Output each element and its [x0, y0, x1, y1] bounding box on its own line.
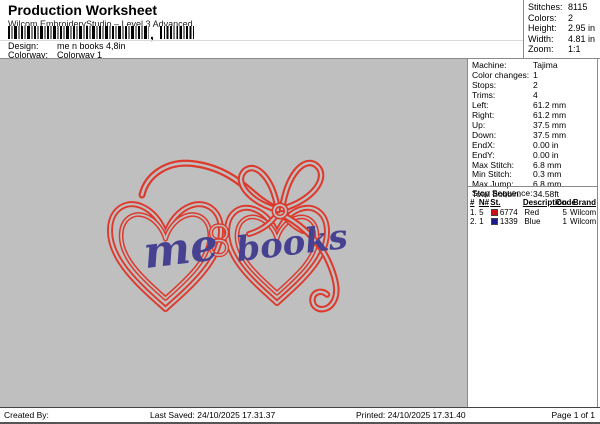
- row2-thread: 1339: [490, 217, 525, 227]
- stitches-label: Stitches:: [528, 2, 563, 12]
- col-n: N#: [478, 198, 490, 207]
- word-books: books: [234, 217, 350, 270]
- row1-n: 5: [479, 207, 484, 217]
- width-value: 4.81 in: [568, 33, 596, 44]
- thread-color-swatch: [490, 218, 498, 226]
- row1-st: 6774: [499, 207, 518, 217]
- header-divider: [0, 40, 523, 41]
- word-me: me: [141, 219, 221, 279]
- page-number: Page 1 of 1: [551, 410, 595, 420]
- created-by-label: Created By:: [4, 410, 49, 420]
- row2-st: 1339: [499, 217, 518, 226]
- row2-num: 2.: [470, 217, 477, 226]
- row1-thread: 6774: [490, 207, 525, 218]
- col-code: Code: [555, 198, 576, 207]
- page-title: Production Worksheet: [8, 2, 158, 18]
- row2-code: 1: [562, 217, 567, 226]
- zoom-label: Zoom:: [528, 44, 554, 55]
- colors-value: 2: [568, 12, 574, 23]
- row2-brand: Wilcom: [570, 217, 597, 226]
- stop-sequence-header: # N# St. Description Code Brand: [470, 198, 596, 208]
- table-row: 2. 1 1339 Blue 1 Wilcom: [470, 217, 596, 227]
- row2-n: 1: [479, 217, 484, 226]
- col-brand: Brand: [572, 198, 596, 207]
- row1-description: Red: [524, 207, 540, 217]
- col-st: St.: [490, 198, 501, 207]
- footer-divider: [0, 407, 600, 408]
- production-worksheet-page: Production Worksheet Wilcom EmbroiderySt…: [0, 0, 600, 424]
- printed-text: Printed: 24/10/2025 17.31.40: [356, 410, 466, 420]
- row1-num: 1.: [470, 207, 477, 217]
- table-row: 1. 5 6774 Red 5 Wilcom: [470, 208, 596, 218]
- row1-brand: Wilcom: [570, 207, 597, 217]
- width-label: Width:: [528, 33, 554, 44]
- height-value: 2.95 in: [568, 23, 596, 34]
- stop-sequence-title: Stop Sequence:: [472, 188, 533, 198]
- design-stats-box: Stitches: 8115 Colors: 2 Height: 2.95 in Wi…: [523, 0, 598, 58]
- stop-sequence-table: # N# St. Description Code Brand 1. 5 677…: [470, 198, 596, 227]
- row2-description: Blue: [524, 217, 541, 226]
- thread-color-swatch: [490, 208, 498, 216]
- row1-code: 5: [562, 207, 567, 217]
- stop-sequence-divider: [468, 186, 597, 187]
- col-num: #: [470, 198, 475, 207]
- embroidery-design: me books: [0, 59, 350, 407]
- barcode-icon: [160, 26, 196, 39]
- machine-info-panel: Machine: Tajima Color changes: 1 Stops: 2 T…: [467, 59, 598, 407]
- design-canvas: me books: [0, 59, 467, 407]
- barcode-icon: [8, 26, 149, 39]
- colors-label: Colors:: [528, 12, 557, 23]
- last-saved-text: Last Saved: 24/10/2025 17.31.37: [150, 410, 276, 420]
- col-description: Description: [522, 198, 567, 207]
- stitches-value: 8115: [568, 2, 588, 12]
- zoom-value: 1:1: [568, 44, 581, 55]
- height-label: Height:: [528, 23, 557, 34]
